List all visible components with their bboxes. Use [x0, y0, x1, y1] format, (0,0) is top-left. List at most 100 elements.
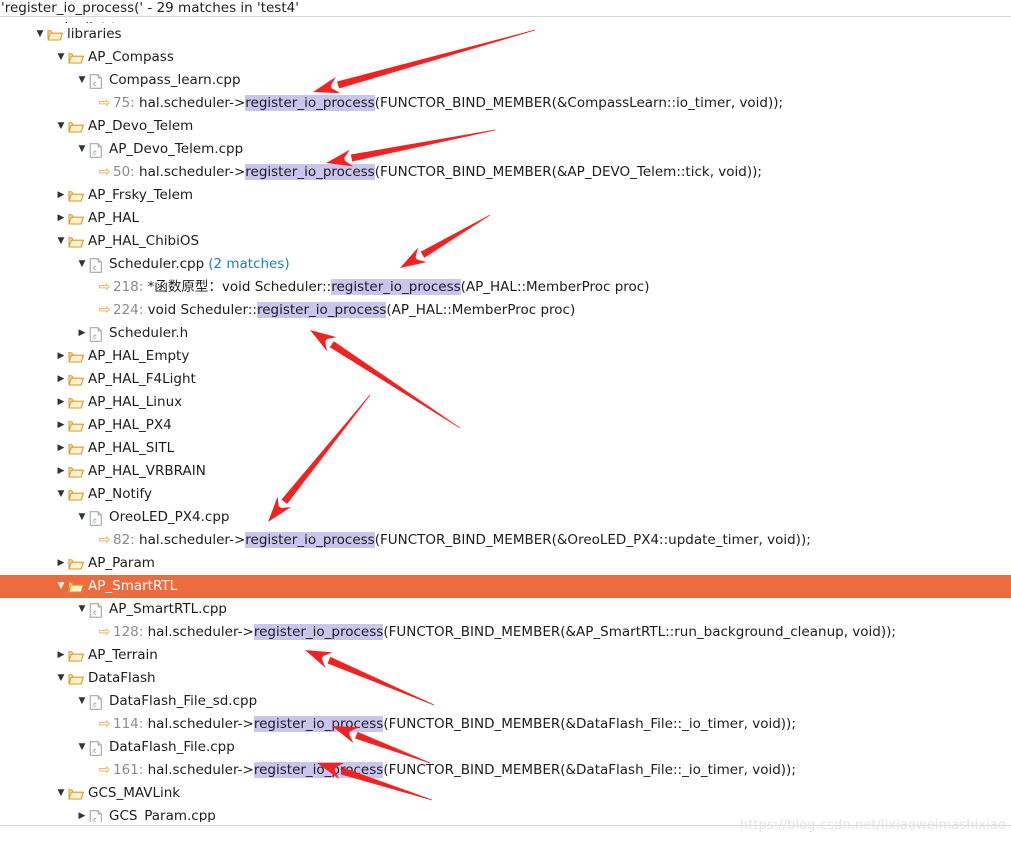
- match-line-number: 82:: [113, 532, 135, 548]
- folder-name-label: AP_Notify: [88, 486, 153, 502]
- search-match-row[interactable]: ⇨ 75: hal.scheduler->register_io_process(…: [0, 92, 1011, 115]
- chevron-down-icon[interactable]: ▼: [75, 690, 89, 713]
- match-text-suffix: (FUNCTOR_BIND_MEMBER(&DataFlash_File::_i…: [383, 716, 796, 732]
- chevron-down-icon[interactable]: ▼: [54, 115, 68, 138]
- tree-folder-row[interactable]: ▼ AP_Compass: [0, 46, 1011, 69]
- match-text-prefix: hal.scheduler->: [134, 95, 246, 111]
- chevron-down-icon[interactable]: ▼: [75, 506, 89, 529]
- folder-icon: [68, 782, 85, 805]
- chevron-right-icon[interactable]: ▶: [54, 552, 68, 575]
- chevron-right-icon[interactable]: ▶: [54, 414, 68, 437]
- svg-text:.c: .c: [91, 610, 97, 617]
- tree-folder-row[interactable]: ▼ AP_SmartRTL: [0, 575, 1011, 598]
- folder-icon: [68, 483, 85, 506]
- match-line-number: 114:: [113, 716, 144, 732]
- search-match-row[interactable]: ⇨ 50: hal.scheduler->register_io_process(…: [0, 161, 1011, 184]
- chevron-down-icon[interactable]: ▼: [33, 23, 47, 46]
- match-highlight-term: register_io_process: [245, 532, 375, 548]
- folder-name-label: AP_Frsky_Telem: [88, 187, 194, 203]
- search-match-row[interactable]: ⇨ 82: hal.scheduler->register_io_process(…: [0, 529, 1011, 552]
- tree-file-row[interactable]: ▼ .c AP_Devo_Telem.cpp: [0, 138, 1011, 161]
- tree-folder-row[interactable]: ▼ AP_Devo_Telem: [0, 115, 1011, 138]
- match-arrow-icon: ⇨: [98, 716, 111, 732]
- tree-file-row[interactable]: ▼ .c AP_SmartRTL.cpp: [0, 598, 1011, 621]
- search-match-row[interactable]: ⇨ 114: hal.scheduler->register_io_process…: [0, 713, 1011, 736]
- tree-file-row[interactable]: ▼ .c DataFlash_File.cpp: [0, 736, 1011, 759]
- chevron-right-icon[interactable]: ▶: [54, 437, 68, 460]
- folder-name-label: AP_HAL_Empty: [88, 348, 190, 364]
- search-match-row[interactable]: ⇨ 128: hal.scheduler->register_io_process…: [0, 621, 1011, 644]
- chevron-down-icon[interactable]: ▼: [75, 69, 89, 92]
- tree-folder-row[interactable]: ▼ AP_HAL_ChibiOS: [0, 230, 1011, 253]
- match-line-number: 224:: [113, 302, 144, 318]
- match-highlight-term: register_io_process: [253, 762, 384, 778]
- file-name-label: OreoLED_PX4.cpp: [109, 509, 230, 525]
- file-name-label: Compass_learn.cpp: [109, 72, 241, 88]
- tree-folder-row[interactable]: ▼ AP_Notify: [0, 483, 1011, 506]
- tree-file-row[interactable]: ▼ .c Compass_learn.cpp: [0, 69, 1011, 92]
- match-arrow-icon: ⇨: [98, 95, 111, 111]
- chevron-down-icon[interactable]: ▼: [75, 598, 89, 621]
- tree-folder-row[interactable]: ▶ AP_Frsky_Telem: [0, 184, 1011, 207]
- chevron-right-icon[interactable]: ▶: [54, 207, 68, 230]
- match-text-prefix: hal.scheduler->: [134, 532, 246, 548]
- tree-file-row[interactable]: ▶ .c Scheduler.h: [0, 322, 1011, 345]
- tree-folder-row[interactable]: ▶ AP_HAL_PX4: [0, 414, 1011, 437]
- chevron-right-icon[interactable]: ▶: [75, 805, 89, 822]
- chevron-down-icon[interactable]: ▼: [54, 782, 68, 805]
- chevron-down-icon[interactable]: ▼: [54, 575, 68, 598]
- file-name-label: GCS_Param.cpp: [109, 808, 216, 822]
- search-match-row[interactable]: ⇨ 224: void Scheduler::register_io_proces…: [0, 299, 1011, 322]
- chevron-down-icon[interactable]: ▼: [54, 667, 68, 690]
- chevron-right-icon[interactable]: ▶: [54, 345, 68, 368]
- search-match-row[interactable]: ⇨ 218: *函数原型：void Scheduler::register_io_…: [0, 276, 1011, 299]
- folder-name-label: libraries: [67, 26, 122, 42]
- tree-folder-row[interactable]: ▶ AP_HAL_VRBRAIN: [0, 460, 1011, 483]
- folder-name-label: GCS_MAVLink: [88, 785, 181, 801]
- search-results-tree[interactable]: ▼ardupilot-txw▼libraries▼AP_Compass▼.cCo…: [0, 17, 1011, 822]
- chevron-down-icon[interactable]: ▼: [75, 736, 89, 759]
- folder-name-label: AP_HAL_VRBRAIN: [88, 463, 206, 479]
- folder-icon: [68, 667, 85, 690]
- tree-folder-row[interactable]: ▶ AP_Terrain: [0, 644, 1011, 667]
- chevron-down-icon[interactable]: ▼: [75, 253, 89, 276]
- tree-folder-row[interactable]: ▶ AP_Param: [0, 552, 1011, 575]
- tree-folder-row[interactable]: ▶ AP_HAL_F4Light: [0, 368, 1011, 391]
- cpp-file-icon: .c: [89, 69, 106, 92]
- match-highlight-term: register_io_process: [245, 95, 375, 111]
- cpp-file-icon: .c: [89, 736, 106, 759]
- chevron-right-icon[interactable]: ▶: [54, 460, 68, 483]
- svg-text:.c: .c: [91, 265, 97, 272]
- chevron-right-icon[interactable]: ▶: [54, 368, 68, 391]
- tree-folder-row[interactable]: ▼ libraries: [0, 23, 1011, 46]
- folder-name-label: AP_HAL_Linux: [88, 394, 183, 410]
- folder-name-label: DataFlash: [88, 670, 156, 686]
- match-highlight-term: register_io_process: [253, 716, 384, 732]
- chevron-down-icon[interactable]: ▼: [75, 138, 89, 161]
- chevron-right-icon[interactable]: ▶: [54, 391, 68, 414]
- tree-file-row[interactable]: ▼ .c Scheduler.cpp (2 matches): [0, 253, 1011, 276]
- folder-icon: [68, 575, 85, 598]
- tree-file-row[interactable]: ▼ .c DataFlash_File_sd.cpp: [0, 690, 1011, 713]
- chevron-right-icon[interactable]: ▶: [75, 322, 89, 345]
- cpp-file-icon: .c: [89, 690, 106, 713]
- search-match-row[interactable]: ⇨ 161: hal.scheduler->register_io_process…: [0, 759, 1011, 782]
- tree-folder-row[interactable]: ▶ AP_HAL_Empty: [0, 345, 1011, 368]
- match-highlight-term: register_io_process: [331, 279, 461, 295]
- tree-folder-row[interactable]: ▼ GCS_MAVLink: [0, 782, 1011, 805]
- tree-folder-row[interactable]: ▶ AP_HAL_SITL: [0, 437, 1011, 460]
- match-line-number: 218:: [113, 279, 144, 295]
- tree-folder-row[interactable]: ▶ AP_HAL: [0, 207, 1011, 230]
- tree-folder-row[interactable]: ▶ AP_HAL_Linux: [0, 391, 1011, 414]
- chevron-down-icon[interactable]: ▼: [54, 46, 68, 69]
- tree-file-row[interactable]: ▼ .c OreoLED_PX4.cpp: [0, 506, 1011, 529]
- chevron-down-icon[interactable]: ▼: [54, 230, 68, 253]
- chevron-down-icon[interactable]: ▼: [54, 483, 68, 506]
- folder-name-label: AP_HAL: [88, 210, 140, 226]
- folder-name-label: AP_HAL_SITL: [88, 440, 175, 456]
- chevron-right-icon[interactable]: ▶: [54, 184, 68, 207]
- tree-folder-row[interactable]: ▼ DataFlash: [0, 667, 1011, 690]
- folder-name-label: AP_Compass: [88, 49, 174, 65]
- cpp-file-icon: .c: [89, 253, 106, 276]
- chevron-right-icon[interactable]: ▶: [54, 644, 68, 667]
